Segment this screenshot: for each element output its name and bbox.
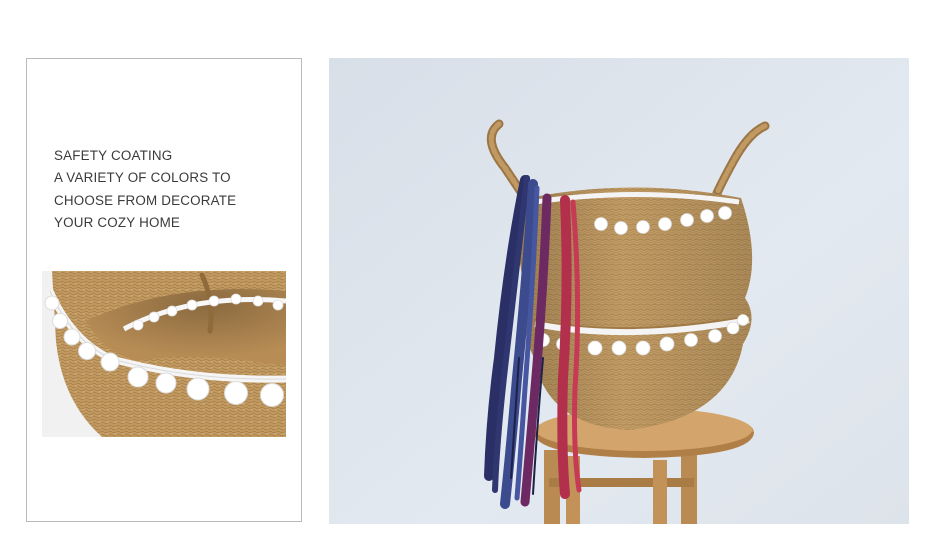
feature-line: A VARIETY OF COLORS TO — [54, 170, 231, 186]
basket-detail-photo — [42, 271, 286, 437]
basket-main-photo — [329, 58, 909, 524]
feature-panel: SAFETY COATING A VARIETY OF COLORS TO CH… — [26, 58, 302, 522]
basket-detail-illustration — [42, 271, 286, 437]
feature-line: CHOOSE FROM DECORATE — [54, 192, 237, 208]
feature-line: YOUR COZY HOME — [54, 214, 181, 230]
basket-on-stool-illustration — [329, 58, 909, 524]
feature-line: SAFETY COATING — [54, 148, 173, 163]
feature-description: SAFETY COATING A VARIETY OF COLORS TO CH… — [54, 145, 236, 234]
